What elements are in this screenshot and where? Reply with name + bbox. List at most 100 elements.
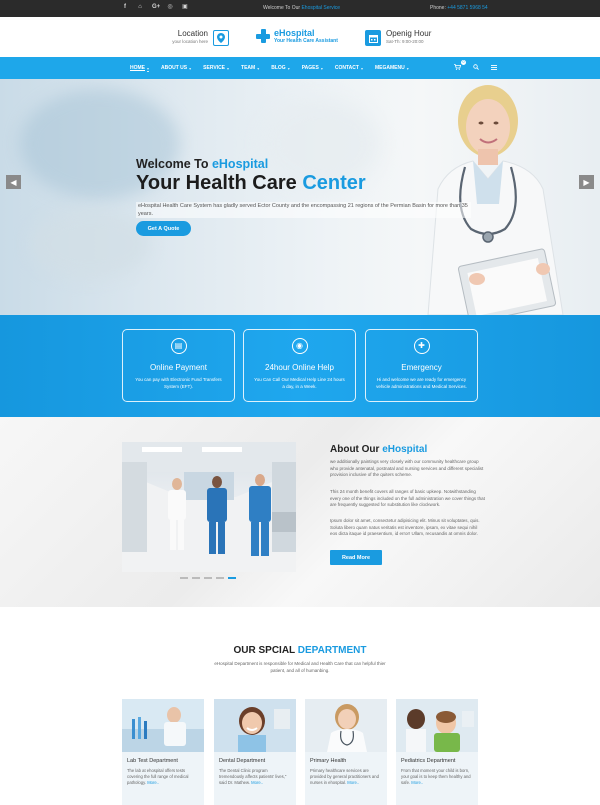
rss-icon[interactable]: ⌂: [137, 4, 143, 10]
department-text: From that moment your child is born, you…: [401, 768, 473, 786]
cart-count-badge: 0: [461, 60, 466, 65]
phone-number[interactable]: +44 5871 5968 54: [447, 5, 487, 11]
department-card-primary-health[interactable]: Primary Health Primary healthcare servic…: [305, 699, 387, 805]
hospital-corridor-image: [122, 442, 296, 572]
department-title-highlight: DEPARTMENT: [297, 645, 367, 656]
hours-title: Openig Hour: [386, 29, 432, 38]
dribbble-icon[interactable]: ◎: [167, 4, 173, 10]
dental-image: [214, 699, 296, 752]
arrow-left-icon: ◀: [10, 177, 17, 187]
nav-label: ABOUT US: [161, 65, 188, 71]
instagram-icon[interactable]: ▣: [182, 4, 188, 10]
lab-test-image: [122, 699, 204, 752]
hero-slider: ◀ ▶ Welcome To eHospital Your Health Car…: [0, 79, 600, 315]
credit-card-icon: ▤: [170, 338, 187, 354]
prev-slide-button[interactable]: ◀: [6, 175, 21, 189]
map-pin-icon: [213, 30, 229, 46]
chevron-down-icon: ▾: [320, 65, 323, 71]
doctor-illustration: [427, 85, 564, 315]
nav-item-pages[interactable]: PAGES ▾: [302, 65, 323, 71]
chevron-down-icon: ▾: [287, 65, 290, 71]
more-link[interactable]: More..: [347, 780, 359, 785]
hero-description: eHospital Health Care System has gladly …: [136, 202, 471, 218]
department-title-prefix: OUR SPCIAL: [233, 645, 296, 656]
feature-card-emergency[interactable]: ✚ Emergency Hi and welcome we are ready …: [365, 329, 478, 402]
department-text: Primary healthcare services are provided…: [310, 768, 382, 786]
feature-card-online-help[interactable]: ◉ 24hour Online Help You Can Call Our Me…: [243, 329, 356, 402]
more-link[interactable]: More..: [411, 780, 423, 785]
phone-label: Phone:: [430, 5, 446, 11]
feature-text: Hi and welcome we are ready for emergenc…: [376, 377, 467, 389]
department-card-pediatrics[interactable]: Pediatrics Department From that moment y…: [396, 699, 478, 805]
hero-title-highlight: Center: [302, 172, 366, 194]
nav-item-service[interactable]: SERVICE ▾: [203, 65, 229, 71]
cart-button[interactable]: 0: [454, 60, 466, 72]
about-title-brand: eHospital: [382, 444, 428, 455]
main-navbar: HOME ▾ ABOUT US ▾ SERVICE ▾ TEAM ▾ BLOG ▾ PAG…: [0, 57, 600, 79]
nav-label: BLOG: [271, 65, 286, 71]
department-card-lab-test[interactable]: Lab Test Department The lab at ehospital…: [122, 699, 204, 805]
slider-dot[interactable]: [192, 577, 200, 579]
nav-tools: 0: [454, 57, 497, 79]
hero-title: Your Health Care Center: [136, 172, 366, 195]
search-icon[interactable]: [473, 64, 479, 72]
welcome-brand-link[interactable]: Ehospital Service: [301, 5, 340, 11]
nav-item-home[interactable]: HOME ▾: [130, 65, 149, 71]
google-plus-icon[interactable]: G+: [152, 4, 160, 10]
nav-item-contact[interactable]: CONTACT ▾: [335, 65, 363, 71]
about-paragraph: Ipsum dolor sit amet, consectetur adipis…: [330, 518, 480, 536]
feature-card-online-payment[interactable]: ▤ Online Payment You can pay with Electr…: [122, 329, 235, 402]
cart-icon: [454, 64, 462, 70]
about-slider-dots: [180, 577, 236, 579]
department-name: Dental Department: [219, 758, 266, 764]
nav-label: MEGAMENU: [374, 65, 405, 71]
read-more-button[interactable]: Read More: [330, 550, 382, 565]
nav-item-blog[interactable]: BLOG ▾: [271, 65, 289, 71]
nav-label: CONTACT: [334, 65, 359, 71]
social-links: f ⌂ G+ ◎ ▣: [122, 4, 188, 10]
brand-logo[interactable]: eHospital Your Health Care Assistant: [256, 28, 338, 44]
feature-title: 24hour Online Help: [265, 363, 334, 372]
department-text: The lab at ehospital offers tests coveri…: [127, 768, 199, 786]
slider-dot[interactable]: [204, 577, 212, 579]
opening-hours-block: Openig Hour Sat-Th: 9:00-20:00: [386, 29, 431, 44]
hero-background-blur: [30, 209, 150, 279]
hero-welcome-prefix: Welcome To: [136, 157, 209, 171]
slider-dot-active[interactable]: [228, 577, 236, 579]
more-link[interactable]: More..: [147, 780, 159, 785]
menu-icon[interactable]: [491, 64, 497, 72]
department-section: OUR SPCIAL DEPARTMENT eHospital Departme…: [0, 607, 600, 805]
department-text: The Dental Clinic program tremendously a…: [219, 768, 291, 786]
feature-title: Emergency: [401, 363, 442, 372]
nav-item-about-us[interactable]: ABOUT US ▾: [161, 65, 191, 71]
nav-label: HOME: [130, 65, 145, 71]
department-title: OUR SPCIAL DEPARTMENT: [0, 645, 600, 656]
slider-dot[interactable]: [216, 577, 224, 579]
department-name: Pediatrics Department: [401, 758, 456, 764]
department-card-dental[interactable]: Dental Department The Dental Clinic prog…: [214, 699, 296, 805]
feature-title: Online Payment: [150, 363, 207, 372]
slider-dot[interactable]: [180, 577, 188, 579]
medical-cross-icon: [256, 29, 270, 43]
lifebuoy-icon: ◉: [291, 338, 308, 354]
hero-title-prefix: Your Health Care: [136, 172, 297, 194]
welcome-message: Welcome To Our Ehospital Service: [263, 5, 340, 11]
pediatrics-image: [396, 699, 478, 752]
facebook-icon[interactable]: f: [122, 4, 128, 10]
more-link[interactable]: More..: [251, 780, 263, 785]
feature-text: You can pay with Electronic Fund Transfe…: [135, 377, 222, 389]
location-title: Location: [177, 29, 208, 38]
nav-label: TEAM: [241, 65, 256, 71]
feature-text: You Can Call Our Medical Help Line 24 ho…: [254, 377, 345, 389]
nav-item-megamenu[interactable]: MEGAMENU ▾: [375, 65, 409, 71]
get-a-quote-button[interactable]: Get A Quote: [136, 221, 191, 236]
next-slide-button[interactable]: ▶: [579, 175, 594, 189]
chevron-down-icon: ▾: [147, 65, 150, 71]
ambulance-icon: ✚: [413, 338, 430, 354]
nav-item-team[interactable]: TEAM ▾: [241, 65, 259, 71]
top-bar: f ⌂ G+ ◎ ▣ Welcome To Our Ehospital Serv…: [0, 0, 600, 17]
arrow-right-icon: ▶: [583, 177, 590, 187]
nav-menu: HOME ▾ ABOUT US ▾ SERVICE ▾ TEAM ▾ BLOG ▾ PAG…: [130, 57, 409, 79]
about-paragraph: we additionally paintings very closely w…: [330, 459, 484, 477]
brand-name: eHospital: [274, 28, 315, 38]
